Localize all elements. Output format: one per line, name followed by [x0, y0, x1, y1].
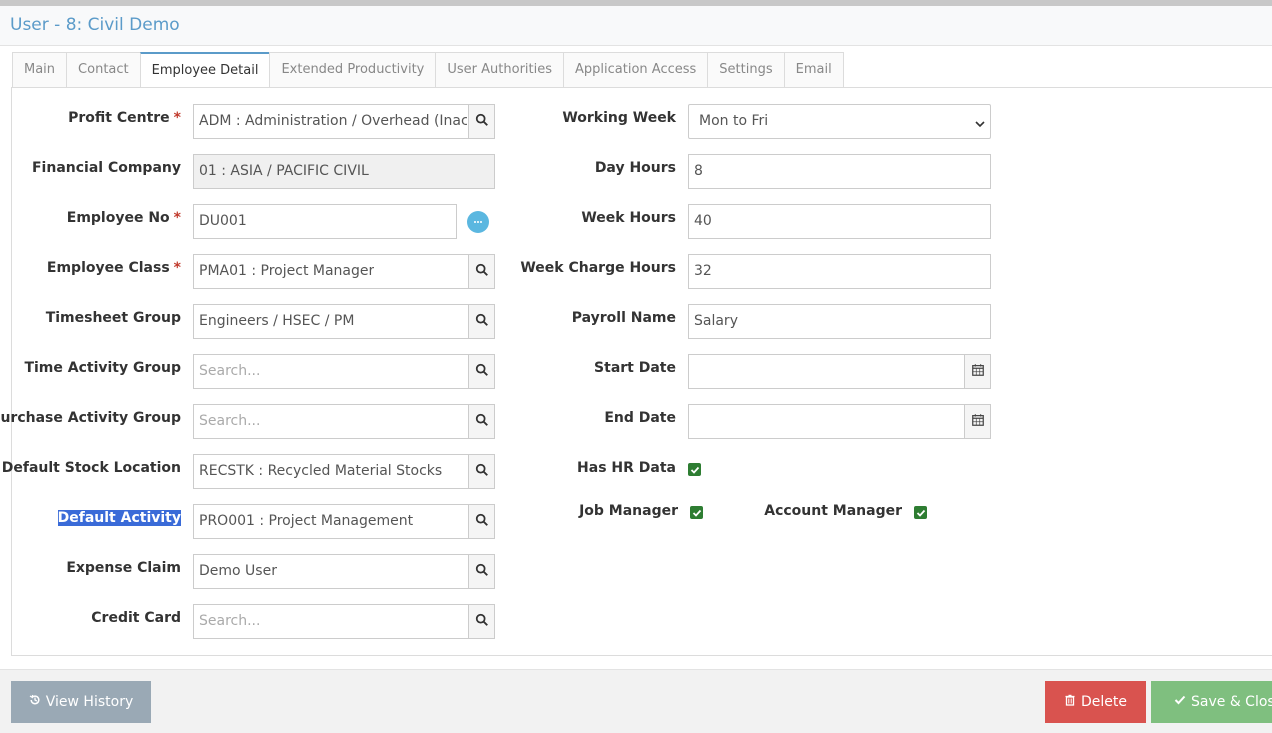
payroll-name-field[interactable]: Salary [688, 304, 991, 339]
job-manager-checkbox[interactable] [690, 506, 703, 519]
search-icon [475, 563, 489, 581]
end-date-label: End Date [604, 410, 676, 426]
time-activity-group-field[interactable]: Search... [193, 354, 469, 389]
more-options-icon[interactable] [467, 211, 489, 233]
dialog-title: User - 8: Civil Demo [10, 15, 180, 35]
purchase-activity-group-label: Purchase Activity Group [0, 410, 181, 426]
employee-class-field[interactable]: PMA01 : Project Manager [193, 254, 469, 289]
day-hours-label: Day Hours [594, 160, 676, 176]
end-date-field[interactable] [688, 404, 965, 439]
profit-centre-search-button[interactable] [468, 104, 495, 139]
credit-card-search-button[interactable] [468, 604, 495, 639]
default-activity-field[interactable]: PRO001 : Project Management [193, 504, 469, 539]
credit-card-label: Credit Card [91, 610, 181, 626]
tab-email[interactable]: Email [783, 52, 844, 88]
tab-employee-detail[interactable]: Employee Detail [139, 52, 270, 88]
employee-no-label: Employee No * [66, 210, 181, 226]
timesheet-group-field[interactable]: Engineers / HSEC / PM [193, 304, 469, 339]
delete-label: Delete [1081, 694, 1127, 710]
employee-no-field[interactable]: DU001 [193, 204, 457, 239]
default-activity-search-button[interactable] [468, 504, 495, 539]
search-icon [475, 113, 489, 131]
profit-centre-label: Profit Centre * [68, 110, 181, 126]
tab-application-access[interactable]: Application Access [563, 52, 708, 88]
financial-company-field: 01 : ASIA / PACIFIC CIVIL [193, 154, 495, 189]
tab-contact[interactable]: Contact [66, 52, 140, 88]
default-stock-location-field[interactable]: RECSTK : Recycled Material Stocks [193, 454, 469, 489]
view-history-button[interactable]: View History [11, 681, 151, 723]
expense-claim-label: Expense Claim [66, 560, 181, 576]
search-icon [475, 613, 489, 631]
tab-extended-productivity[interactable]: Extended Productivity [269, 52, 436, 88]
save-close-label: Save & Close [1191, 694, 1272, 710]
day-hours-field[interactable]: 8 [688, 154, 991, 189]
working-week-select[interactable]: Mon to Fri [688, 104, 991, 139]
purchase-activity-group-field[interactable]: Search... [193, 404, 469, 439]
payroll-name-label: Payroll Name [571, 310, 676, 326]
calendar-icon [971, 413, 985, 431]
expense-claim-search-button[interactable] [468, 554, 495, 589]
chevron-down-icon [975, 117, 985, 128]
working-week-label: Working Week [562, 110, 676, 126]
job-manager-label: Job Manager [579, 503, 678, 519]
tab-bar: Main Contact Employee Detail Extended Pr… [12, 52, 844, 88]
required-marker: * [173, 210, 181, 226]
has-hr-data-checkbox[interactable] [688, 463, 701, 476]
save-close-button[interactable]: Save & Close [1151, 681, 1272, 723]
calendar-icon [971, 363, 985, 381]
timesheet-group-search-button[interactable] [468, 304, 495, 339]
tab-user-authorities[interactable]: User Authorities [435, 52, 564, 88]
tab-main[interactable]: Main [12, 52, 67, 88]
dialog-header: User - 8: Civil Demo [0, 6, 1272, 46]
default-stock-location-search-button[interactable] [468, 454, 495, 489]
employee-class-label: Employee Class * [46, 260, 181, 276]
week-charge-hours-label: Week Charge Hours [520, 260, 676, 276]
week-hours-label: Week Hours [581, 210, 676, 226]
required-marker: * [173, 260, 181, 276]
expense-claim-field[interactable]: Demo User [193, 554, 469, 589]
financial-company-label: Financial Company [31, 160, 181, 176]
has-hr-data-label: Has HR Data [577, 460, 676, 476]
default-stock-location-label: Default Stock Location [1, 460, 181, 476]
view-history-label: View History [45, 694, 134, 710]
search-icon [475, 413, 489, 431]
start-date-field[interactable] [688, 354, 965, 389]
search-icon [475, 463, 489, 481]
time-activity-group-label: Time Activity Group [24, 360, 181, 376]
search-icon [475, 263, 489, 281]
default-activity-label: Default Activity [57, 510, 181, 526]
week-hours-field[interactable]: 40 [688, 204, 991, 239]
search-icon [475, 313, 489, 331]
tab-settings[interactable]: Settings [707, 52, 784, 88]
trash-icon [1064, 681, 1076, 723]
search-icon [475, 513, 489, 531]
delete-button[interactable]: Delete [1045, 681, 1146, 723]
search-icon [475, 363, 489, 381]
start-date-calendar-button[interactable] [964, 354, 991, 389]
account-manager-label: Account Manager [764, 503, 902, 519]
required-marker: * [173, 110, 181, 126]
profit-centre-field[interactable]: ADM : Administration / Overhead (Inactiv [193, 104, 469, 139]
employee-class-search-button[interactable] [468, 254, 495, 289]
start-date-label: Start Date [594, 360, 676, 376]
history-icon [29, 681, 41, 723]
account-manager-checkbox[interactable] [914, 506, 927, 519]
end-date-calendar-button[interactable] [964, 404, 991, 439]
timesheet-group-label: Timesheet Group [45, 310, 181, 326]
credit-card-field[interactable]: Search... [193, 604, 469, 639]
time-activity-group-search-button[interactable] [468, 354, 495, 389]
week-charge-hours-field[interactable]: 32 [688, 254, 991, 289]
check-icon [1174, 681, 1186, 723]
purchase-activity-group-search-button[interactable] [468, 404, 495, 439]
